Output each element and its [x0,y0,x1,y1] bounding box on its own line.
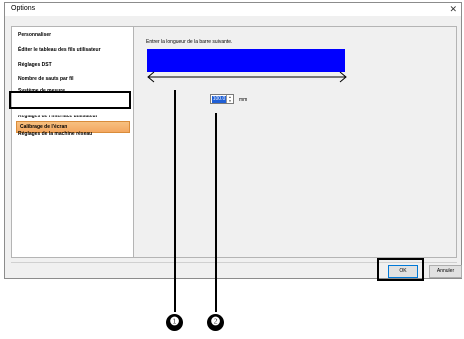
sidebar-item-ui-settings[interactable]: Réglages de l'interface utilisateur [18,115,98,119]
calibration-bar [147,49,345,72]
sidebar-item-network-machine[interactable]: Réglages de la machine réseau [18,131,92,137]
spinner-buttons: ▲ ▼ [226,95,233,103]
calibration-panel: Entrer la longueur de la barre suivante.… [134,26,457,258]
length-input[interactable]: 100.0 [212,96,226,103]
options-dialog: Options ✕ Personnaliser Éditer le tablea… [4,2,462,279]
sidebar-item-label: Calibrage de l'écran [20,124,68,130]
cancel-button[interactable]: Annuler [429,265,462,278]
sidebar-item-personnaliser[interactable]: Personnaliser [18,32,51,38]
double-arrow-icon [147,71,347,83]
sidebar-item-dst[interactable]: Réglages DST [18,62,52,68]
sidebar-highlight-frame [9,91,131,109]
sidebar-item-jumps[interactable]: Nombre de sauts par fil [18,76,74,82]
title-bar: Options ✕ [5,3,461,16]
close-icon[interactable]: ✕ [449,3,457,15]
unit-label: mm [239,97,248,103]
options-sidebar: Personnaliser Éditer le tableau des fils… [11,26,134,258]
callout-2-leader [215,113,217,312]
sidebar-item-thread-table[interactable]: Éditer le tableau des fils utilisateur [18,47,101,53]
dialog-title: Options [11,5,36,12]
callout-1-badge: ❶ [166,314,183,331]
ok-highlight-frame [377,258,424,281]
length-spinner[interactable]: 100.0 ▲ ▼ [210,94,234,104]
callout-1-leader [174,90,176,312]
instruction-text: Entrer la longueur de la barre suivante. [146,39,233,45]
spinner-down-icon[interactable]: ▼ [227,99,233,103]
callout-2-badge: ❷ [207,314,224,331]
